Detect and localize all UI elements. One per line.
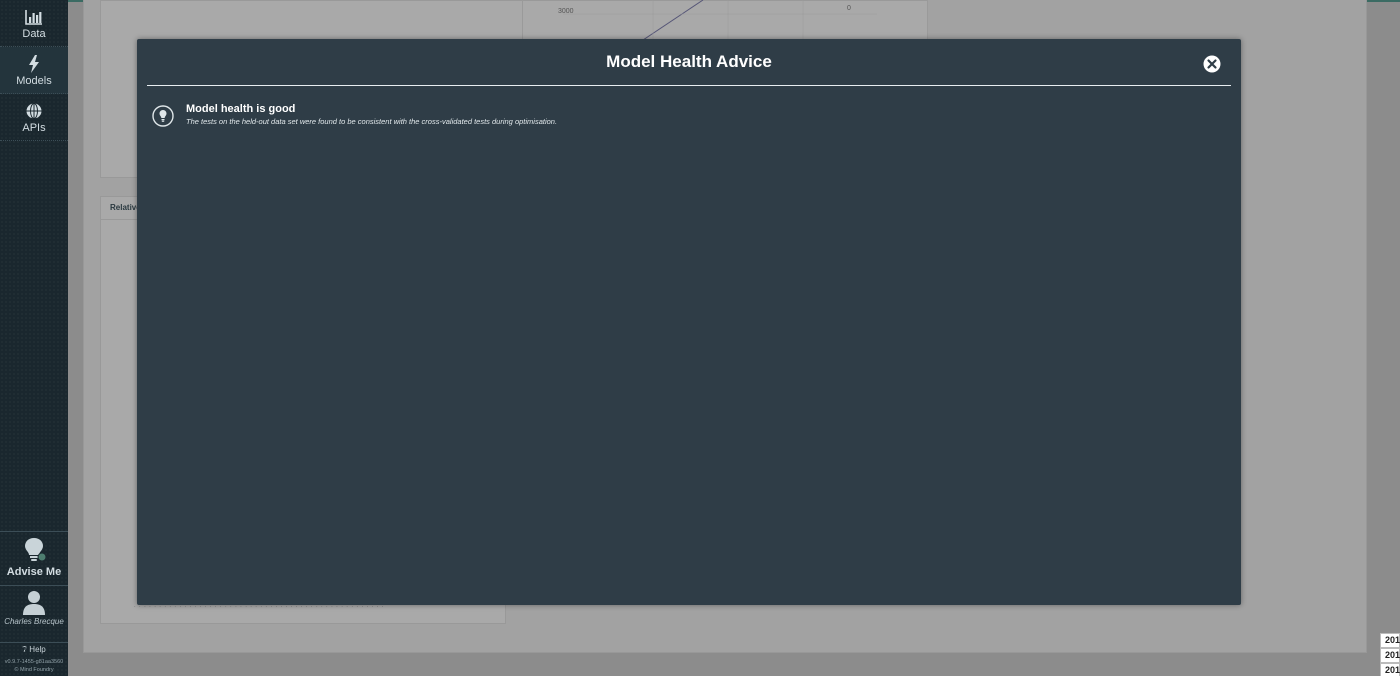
advise-me-button[interactable]: Advise Me (0, 531, 68, 584)
chart-plot-area (522, 0, 928, 41)
lightbulb-icon (25, 538, 47, 562)
close-icon[interactable] (1203, 55, 1221, 73)
sidebar: Data Models APIs Advise Me Charles Brecq… (0, 0, 68, 676)
modal-title: Model Health Advice (606, 52, 772, 71)
sidebar-item-apis[interactable]: APIs (0, 94, 68, 141)
model-health-modal: Model Health Advice Model health is good… (137, 39, 1241, 605)
chart-line (563, 0, 877, 41)
advise-me-label: Advise Me (6, 566, 62, 578)
data-table-fragment: 201 201 201 (1380, 633, 1400, 676)
x-tick-label: 0 (847, 5, 851, 12)
sidebar-item-label: Models (16, 75, 52, 87)
copyright: © Mind Foundry (14, 667, 54, 673)
sidebar-item-label: APIs (22, 122, 46, 134)
user-name: Charles Brecque (4, 617, 64, 626)
y-tick-label: 3000 (558, 8, 574, 15)
advice-title: Model health is good (186, 103, 296, 115)
lightbulb-icon (152, 105, 174, 127)
modal-divider (147, 85, 1231, 86)
lightning-icon (29, 55, 39, 73)
globe-icon (26, 103, 42, 119)
version-number: v0.9.7-1455-g81aa3560 (4, 659, 64, 665)
sidebar-item-label: Data (22, 28, 46, 40)
user-profile[interactable]: Charles Brecque (0, 585, 68, 642)
sidebar-item-data[interactable]: Data (0, 0, 68, 47)
version-info: v0.9.7-1455-g81aa3560 © Mind Foundry (0, 658, 68, 674)
help-icon: ❔︎ (22, 645, 28, 654)
chart-x-ticks: · · · · · · · · · · · · · · · · · · · · … (134, 604, 385, 610)
bar-chart-icon (25, 10, 42, 25)
table-row: 201 (1380, 633, 1400, 648)
sidebar-item-models[interactable]: Models (0, 47, 68, 94)
user-avatar-icon (23, 591, 45, 615)
table-row: 201 (1380, 648, 1400, 663)
help-label: Help (29, 645, 46, 654)
advice-description: The tests on the held-out data set were … (186, 117, 558, 126)
table-row: 201 (1380, 663, 1400, 676)
help-link[interactable]: ❔︎ Help (0, 642, 68, 657)
